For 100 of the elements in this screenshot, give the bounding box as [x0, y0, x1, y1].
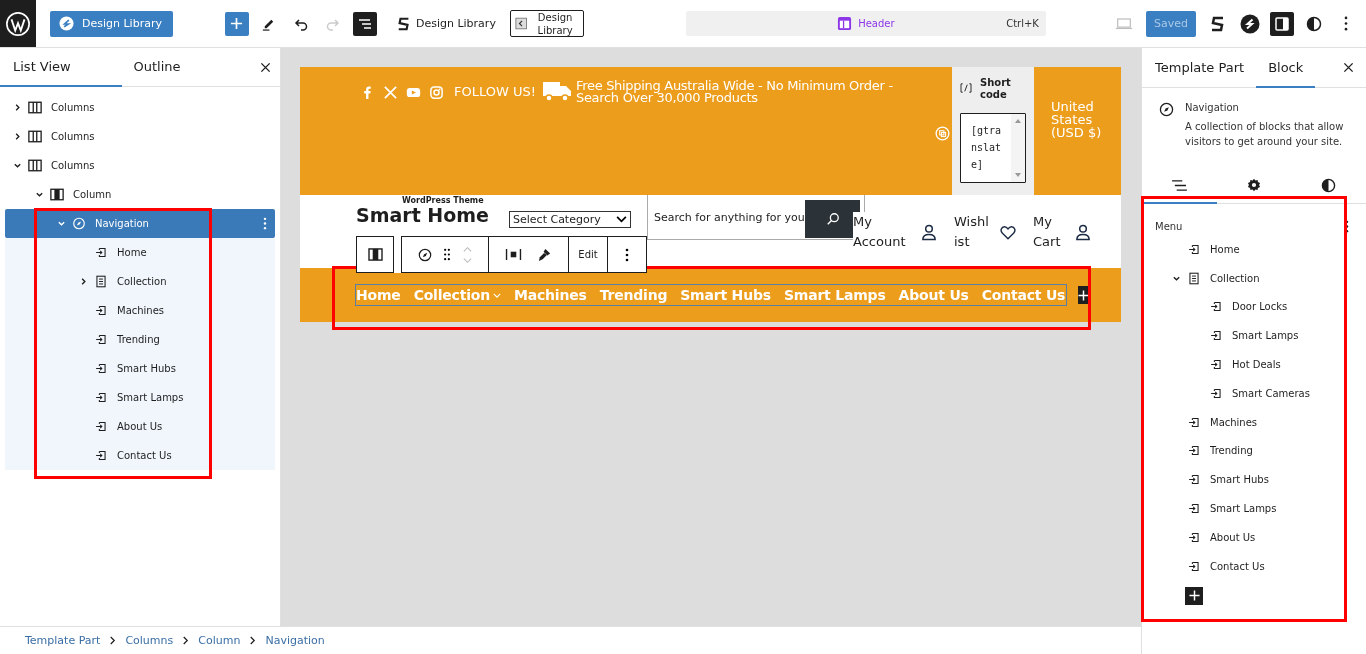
account-link[interactable]: Wishlist	[954, 212, 992, 252]
chevron-down-icon	[616, 216, 627, 223]
tree-item[interactable]: Home	[5, 238, 275, 267]
link-icon	[1187, 415, 1201, 429]
column-icon	[50, 188, 64, 201]
tree-item[interactable]: Columns	[5, 151, 275, 180]
user-icon[interactable]	[1075, 223, 1091, 241]
more-options-button[interactable]	[608, 236, 647, 273]
panel-tab[interactable]: Template Part	[1142, 48, 1257, 88]
scrollbar[interactable]	[1011, 114, 1025, 182]
chevron-icon[interactable]	[13, 161, 22, 170]
tree-item[interactable]: Columns	[5, 93, 275, 122]
chevron-icon[interactable]	[13, 132, 22, 141]
menu-item[interactable]: Home	[1142, 235, 1366, 264]
wordpress-logo-icon	[5, 10, 31, 37]
more-options-icon	[625, 247, 629, 262]
sidebar-icon	[1274, 15, 1290, 32]
link-icon	[1209, 300, 1223, 314]
document-title: Header	[858, 18, 895, 29]
chevron-icon[interactable]	[13, 103, 22, 112]
shipping-notice: Search Over 30,000 Products	[575, 92, 759, 104]
link-icon	[1187, 444, 1201, 458]
truck-icon	[541, 79, 572, 103]
add-item-button[interactable]	[1078, 286, 1090, 304]
parent-block-button[interactable]	[356, 236, 394, 273]
panel-tab[interactable]: Block	[1256, 48, 1316, 88]
columns-icon	[28, 159, 42, 172]
contrast-icon	[1321, 177, 1337, 193]
site-title[interactable]: Smart Home	[356, 205, 489, 225]
menu-item[interactable]: Smart Hubs	[1142, 465, 1366, 495]
panel-tab[interactable]: List View	[0, 48, 122, 87]
s-logo-icon	[59, 16, 74, 31]
link-icon	[94, 333, 108, 346]
menu-item[interactable]: Machines	[1142, 407, 1366, 437]
contrast-icon	[1306, 15, 1322, 32]
category-dropdown[interactable]: Select Category	[509, 211, 631, 228]
link-icon	[1209, 329, 1223, 343]
link-icon	[94, 304, 108, 317]
keyboard-shortcut: Ctrl+K	[1006, 18, 1039, 29]
link-icon	[1187, 473, 1201, 487]
add-item-button[interactable]	[1185, 586, 1203, 605]
tree-item[interactable]: Columns	[5, 122, 275, 151]
edit-button[interactable]: Edit	[569, 236, 608, 273]
link-icon	[94, 449, 108, 462]
justify-center-icon[interactable]	[504, 248, 522, 261]
tree-item[interactable]: About Us	[5, 412, 275, 441]
design-library-block-label: Design Library	[536, 10, 574, 37]
command-bar[interactable]: Header Ctrl+K	[685, 11, 1046, 36]
design-library-link[interactable]: Design Library	[396, 16, 496, 31]
tree-item[interactable]: Smart Lamps	[5, 383, 275, 412]
design-library-button[interactable]: Design Library	[50, 10, 173, 37]
breadcrumb-link[interactable]: Navigation	[265, 634, 325, 647]
chevron-down-icon	[493, 292, 501, 298]
menu-item[interactable]: Door Locks	[1142, 292, 1366, 322]
shortcode-title: Shortcode	[980, 77, 1012, 101]
menu-item[interactable]: Smart Lamps	[1142, 494, 1366, 523]
library-icon	[514, 17, 528, 30]
breadcrumb-link[interactable]: Column	[198, 634, 241, 647]
paintbrush-icon[interactable]	[537, 247, 553, 262]
breadcrumb-link[interactable]: Template Part	[25, 634, 101, 647]
tree-item[interactable]: Machines	[5, 296, 275, 325]
s-logo-icon	[396, 16, 411, 31]
account-link[interactable]: My Cart	[1033, 212, 1067, 252]
close-icon	[259, 61, 271, 73]
column-icon	[367, 248, 383, 261]
template-part-icon	[837, 16, 853, 31]
design-library-block-button[interactable]: Design Library	[509, 10, 584, 37]
settings-icon	[1247, 178, 1261, 192]
shortcode-field[interactable]: [gtranslate]	[960, 113, 1026, 183]
more-options-icon[interactable]	[1345, 220, 1349, 233]
tree-item[interactable]: Contact Us	[5, 441, 275, 470]
drag-handle-icon[interactable]	[442, 248, 451, 261]
menu-item[interactable]: Contact Us	[1142, 551, 1366, 581]
link-icon	[94, 246, 108, 259]
plus-icon	[1078, 289, 1090, 301]
menu-item[interactable]: Trending	[1142, 436, 1366, 466]
heart-icon[interactable]	[1000, 223, 1016, 241]
breadcrumb-link[interactable]: Columns	[125, 634, 174, 647]
list-view-button[interactable]	[352, 11, 377, 36]
compass-icon[interactable]	[417, 247, 432, 262]
settings-toggle-button[interactable]	[1270, 11, 1294, 36]
chevron-icon[interactable]	[79, 277, 88, 286]
menu-item[interactable]: Collection	[1142, 263, 1366, 293]
site-logo-button[interactable]	[0, 0, 36, 47]
tree-item[interactable]: Column	[5, 180, 275, 209]
menu-item[interactable]: Hot Deals	[1142, 350, 1366, 379]
menu-item[interactable]: About Us	[1142, 522, 1366, 552]
user-icon[interactable]	[921, 223, 937, 241]
add-block-button[interactable]	[224, 11, 249, 36]
tree-item[interactable]: Smart Hubs	[5, 354, 275, 383]
tree-item[interactable]: Trending	[5, 325, 275, 354]
tree-item[interactable]: Collection	[5, 267, 275, 296]
menu-item[interactable]: Smart Lamps	[1142, 321, 1366, 351]
search-icon	[825, 212, 840, 226]
panel-tab[interactable]: Outline	[122, 48, 192, 87]
columns-icon	[28, 101, 42, 114]
s-logo-icon	[1240, 13, 1260, 34]
chevron-icon[interactable]	[35, 190, 44, 199]
scroll-arrows-icon[interactable]	[1014, 118, 1022, 178]
menu-item[interactable]: Smart Cameras	[1142, 379, 1366, 408]
